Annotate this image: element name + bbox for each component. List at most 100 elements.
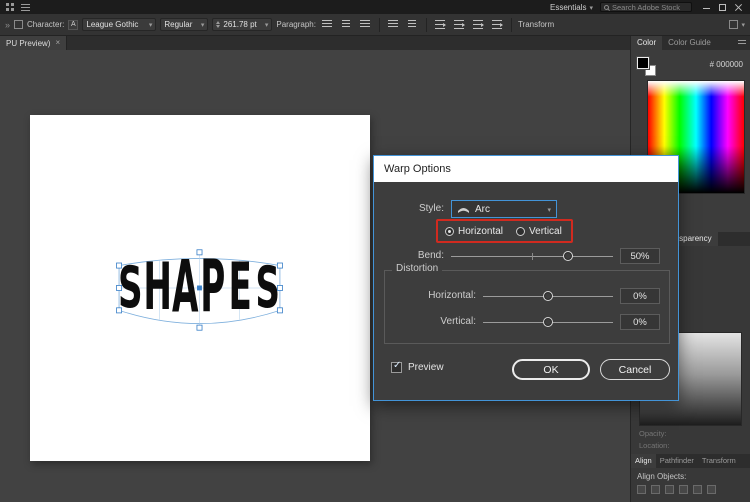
spacing-icon bbox=[473, 20, 483, 29]
space-before-button[interactable] bbox=[471, 17, 486, 32]
fill-swatch[interactable] bbox=[637, 57, 649, 69]
warped-text-object[interactable]: S H A P E S bbox=[116, 237, 284, 344]
chevron-down-icon bbox=[201, 20, 205, 29]
controlbar-right-group bbox=[729, 20, 745, 29]
artboard[interactable]: S H A P E S bbox=[30, 115, 370, 461]
tab-transform[interactable]: Transform bbox=[698, 454, 740, 468]
indent-right-button[interactable] bbox=[452, 17, 467, 32]
panel-expand-icon[interactable] bbox=[5, 20, 10, 30]
font-size-stepper[interactable]: 261.78 pt bbox=[212, 18, 272, 31]
window-controls bbox=[703, 4, 744, 11]
warp-arc-icon bbox=[457, 204, 470, 214]
dialog-titlebar[interactable]: Warp Options bbox=[374, 156, 678, 182]
warp-letter: P bbox=[200, 246, 225, 329]
align-right-button[interactable] bbox=[358, 17, 373, 32]
tab-close-icon[interactable]: × bbox=[55, 39, 60, 47]
space-after-button[interactable] bbox=[490, 17, 505, 32]
preview-checkbox[interactable] bbox=[391, 362, 402, 373]
slider-handle[interactable] bbox=[543, 317, 553, 327]
align-left-icon bbox=[322, 20, 332, 29]
align-horizontal-center-button[interactable] bbox=[651, 485, 660, 494]
control-bar: Character: A League Gothic Regular 261.7… bbox=[0, 14, 750, 36]
radio-unselected-icon bbox=[516, 227, 525, 236]
character-panel-icon[interactable]: A bbox=[68, 20, 78, 30]
align-center-icon bbox=[342, 20, 350, 29]
app-grid-icon[interactable] bbox=[6, 3, 14, 11]
slider-handle[interactable] bbox=[543, 291, 553, 301]
vertical-radio-label: Vertical bbox=[529, 226, 562, 237]
radio-selected-icon bbox=[445, 227, 454, 236]
cancel-button[interactable]: Cancel bbox=[600, 359, 670, 380]
bend-slider[interactable] bbox=[451, 248, 613, 264]
warp-letter: S bbox=[255, 255, 280, 322]
paragraph-label: Paragraph: bbox=[276, 20, 316, 29]
tab-pathfinder[interactable]: Pathfinder bbox=[656, 454, 698, 468]
document-tab-label: PU Preview) bbox=[6, 39, 50, 48]
align-horizontal-left-button[interactable] bbox=[637, 485, 646, 494]
distortion-horizontal-label: Horizontal: bbox=[392, 288, 476, 304]
horizontal-radio-label: Horizontal bbox=[458, 226, 503, 237]
indent-left-button[interactable] bbox=[433, 17, 448, 32]
tab-color[interactable]: Color bbox=[631, 36, 662, 50]
window-restore-button[interactable] bbox=[719, 4, 726, 11]
slider-handle[interactable] bbox=[563, 251, 573, 261]
align-vertical-bottom-button[interactable] bbox=[707, 485, 716, 494]
anchor-proxy-icon bbox=[14, 20, 23, 29]
tab-align[interactable]: Align bbox=[631, 454, 656, 468]
window-minimize-button[interactable] bbox=[703, 4, 710, 11]
window-close-button[interactable] bbox=[735, 4, 742, 11]
bend-label: Bend: bbox=[374, 248, 444, 264]
chevron-down-icon bbox=[547, 204, 551, 215]
font-family-select[interactable]: League Gothic bbox=[82, 18, 156, 31]
justify-all-button[interactable] bbox=[405, 17, 420, 32]
preview-label: Preview bbox=[408, 361, 444, 374]
opacity-label: Opacity: bbox=[631, 426, 750, 438]
document-tab-strip: PU Preview) × bbox=[0, 36, 630, 50]
color-panel-tabs: Color Color Guide bbox=[631, 36, 750, 50]
workspace-switcher[interactable]: Essentials bbox=[550, 3, 593, 12]
font-size-value: 261.78 pt bbox=[223, 20, 256, 29]
style-label: Style: bbox=[374, 200, 444, 218]
location-label: Location: bbox=[631, 438, 750, 450]
slider-center-tick bbox=[532, 253, 533, 260]
distortion-horizontal-slider[interactable] bbox=[483, 288, 613, 304]
font-style-select[interactable]: Regular bbox=[160, 18, 208, 31]
character-label: Character: bbox=[27, 20, 64, 29]
vertical-radio[interactable]: Vertical bbox=[516, 226, 562, 237]
panel-menu-icon[interactable] bbox=[738, 40, 746, 46]
horizontal-radio[interactable]: Horizontal bbox=[445, 226, 503, 237]
distortion-horizontal-value-field[interactable]: 0% bbox=[620, 288, 660, 304]
document-tab[interactable]: PU Preview) × bbox=[0, 36, 67, 50]
warp-options-dialog: Warp Options Style: Arc Horizontal Verti… bbox=[373, 155, 679, 401]
transform-link[interactable]: Transform bbox=[518, 20, 554, 29]
menu-icon[interactable] bbox=[21, 4, 30, 11]
separator bbox=[379, 18, 380, 32]
align-vertical-top-button[interactable] bbox=[679, 485, 688, 494]
hex-value-field[interactable]: # 000000 bbox=[710, 60, 743, 69]
distortion-vertical-value-field[interactable]: 0% bbox=[620, 314, 660, 330]
search-placeholder: Search Adobe Stock bbox=[612, 3, 680, 12]
spacing-icon bbox=[492, 20, 502, 29]
distortion-vertical-label: Vertical: bbox=[392, 314, 476, 330]
distortion-vertical-slider[interactable] bbox=[483, 314, 613, 330]
panel-options-icon[interactable] bbox=[729, 20, 738, 29]
tab-color-guide[interactable]: Color Guide bbox=[662, 36, 717, 50]
ok-button[interactable]: OK bbox=[512, 359, 590, 380]
align-horizontal-right-button[interactable] bbox=[665, 485, 674, 494]
align-buttons-row bbox=[631, 483, 750, 496]
separator bbox=[426, 18, 427, 32]
bend-value-field[interactable]: 50% bbox=[620, 248, 660, 264]
warp-style-select[interactable]: Arc bbox=[451, 200, 557, 218]
chevron-down-icon bbox=[149, 20, 153, 29]
align-left-button[interactable] bbox=[320, 17, 335, 32]
stepper-arrows-icon[interactable] bbox=[216, 21, 220, 28]
align-vertical-center-button[interactable] bbox=[693, 485, 702, 494]
orientation-radio-group: Horizontal Vertical bbox=[445, 223, 562, 239]
separator bbox=[511, 18, 512, 32]
distortion-group-label: Distortion bbox=[392, 263, 442, 274]
workspace-label: Essentials bbox=[550, 3, 586, 12]
search-input[interactable]: Search Adobe Stock bbox=[600, 2, 692, 12]
align-center-button[interactable] bbox=[339, 17, 354, 32]
indent-icon bbox=[454, 20, 464, 29]
justify-left-button[interactable] bbox=[386, 17, 401, 32]
